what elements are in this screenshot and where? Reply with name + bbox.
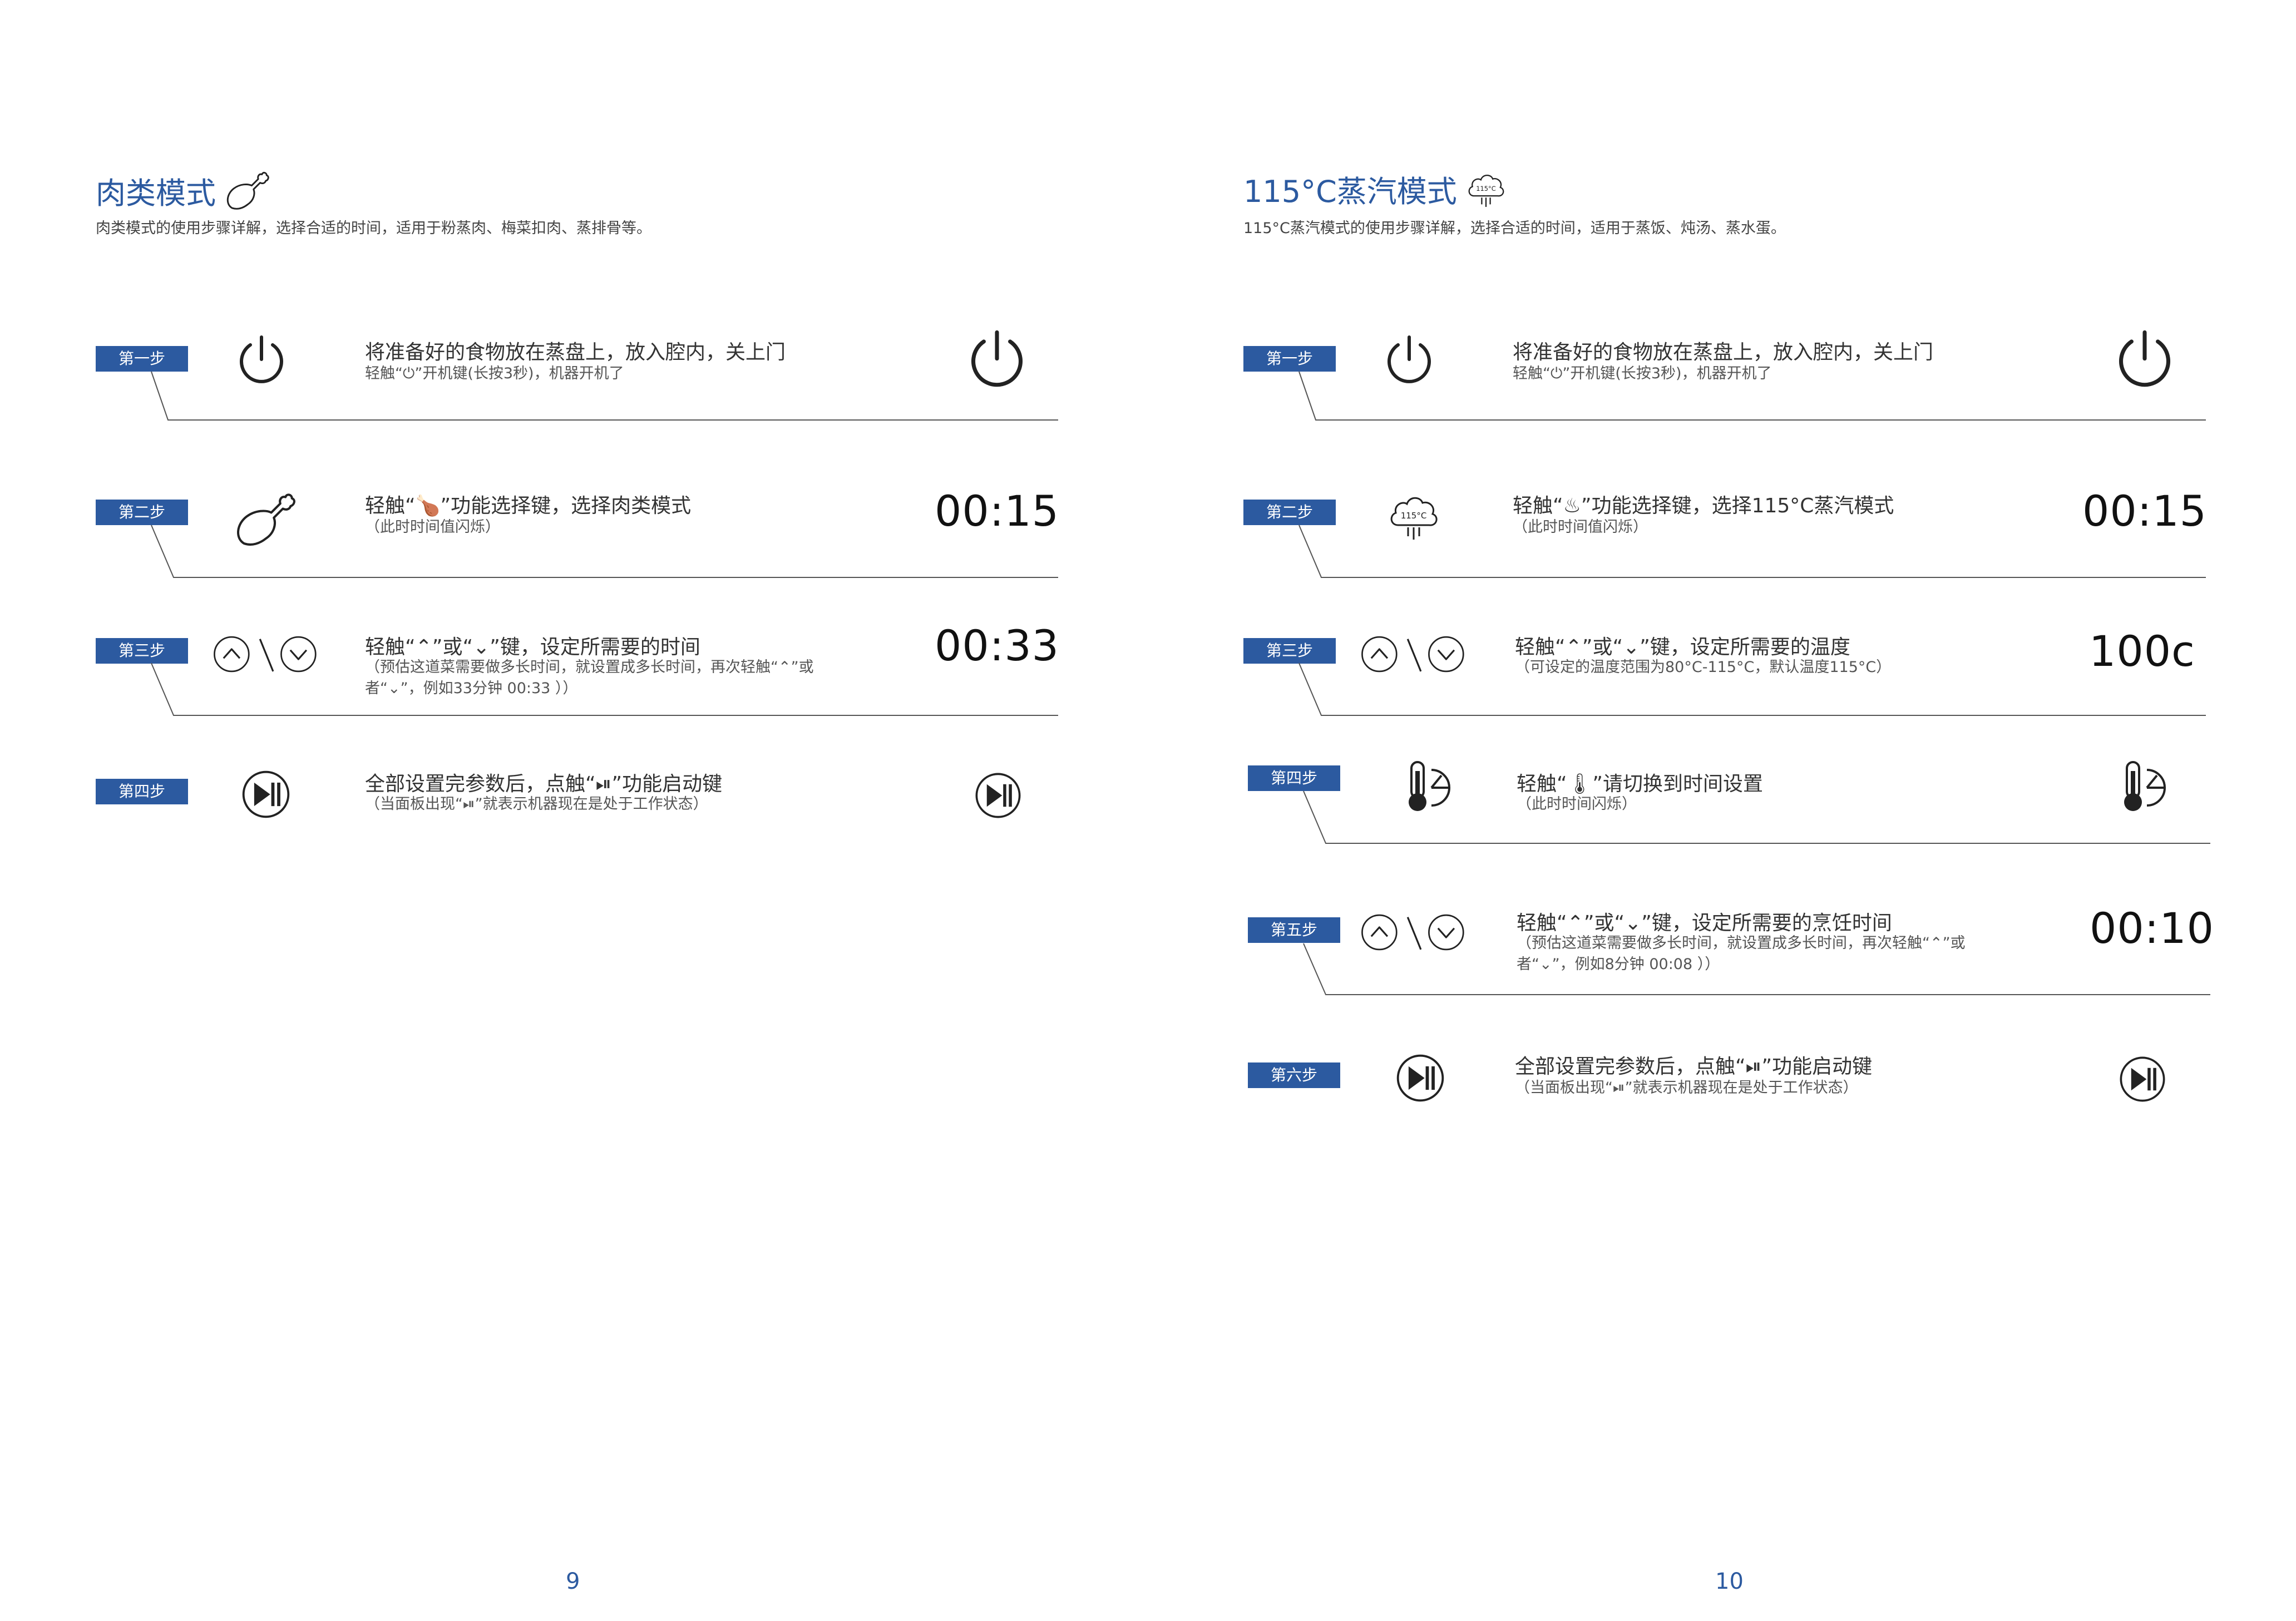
- step-sub-text: （此时时间值闪烁）: [365, 518, 500, 536]
- page-right: 115°C蒸汽模式 115°C蒸汽模式的使用步骤详解，选择合适的时间，适用于蒸饭…: [1148, 0, 2295, 1621]
- drumstick-icon: [224, 167, 270, 214]
- temperature-display: 100c: [2089, 626, 2195, 676]
- step-sub-text: 轻触“⏻”开机键(长按3秒)，机器开机了: [365, 365, 624, 382]
- power-icon: [964, 327, 1030, 393]
- page-subtitle: 115°C蒸汽模式的使用步骤详解，选择合适的时间，适用于蒸饭、炖汤、蒸水蛋。: [1243, 220, 1786, 237]
- play-pause-icon: [239, 768, 293, 821]
- up-down-icon: [1359, 629, 1470, 680]
- step-main-text: 全部设置完参数后，点触“⏯”功能启动键: [1515, 1055, 1873, 1078]
- page-number: 10: [1715, 1569, 1744, 1594]
- drumstick-icon: [233, 487, 297, 551]
- step-sub-text: （预估这道菜需要做多长时间，就设置成多长时间，再次轻触“⌃”或: [1517, 935, 1966, 952]
- time-display: 00:15: [2082, 486, 2208, 536]
- step-main-text: 轻触“⌃”或“⌄”键，设定所需要的时间: [365, 636, 700, 659]
- time-display: 00:33: [935, 621, 1060, 670]
- steam-115-icon: [1465, 168, 1507, 210]
- power-icon: [2112, 327, 2178, 393]
- time-display: 00:10: [2090, 903, 2215, 953]
- step-sub-text: （此时时间值闪烁）: [1513, 518, 1648, 536]
- step-main-text: 全部设置完参数后，点触“⏯”功能启动键: [365, 773, 723, 795]
- steam-115-icon: [1386, 488, 1441, 544]
- step-main-text: 轻触“⌃”或“⌄”键，设定所需要的烹饪时间: [1517, 912, 1892, 935]
- step-main-text: 轻触“🌡”请切换到时间设置: [1517, 773, 1764, 795]
- thermometer-timer-icon: [1403, 759, 1458, 814]
- step-main-text: 将准备好的食物放在蒸盘上，放入腔内，关上门: [1513, 341, 1934, 364]
- step-sub-text: （当面板出现“⏯”就表示机器现在是处于工作状态）: [365, 795, 708, 813]
- power-icon: [234, 333, 289, 388]
- step-main-text: 将准备好的食物放在蒸盘上，放入腔内，关上门: [365, 341, 786, 364]
- step-sub-text: （当面板出现“⏯”就表示机器现在是处于工作状态）: [1515, 1079, 1858, 1096]
- step-main-text: 轻触“🍗”功能选择键，选择肉类模式: [365, 495, 692, 517]
- page-left: 肉类模式 肉类模式的使用步骤详解，选择合适的时间，适用于粉蒸肉、梅菜扣肉、蒸排骨…: [0, 0, 1148, 1621]
- up-down-icon: [211, 629, 323, 680]
- title-text: 115°C蒸汽模式: [1243, 174, 1457, 209]
- step-sub-text: 者“⌄”，例如8分钟 00:08 ））: [1517, 956, 1720, 973]
- step-sub-text: （此时时间闪烁）: [1517, 795, 1637, 813]
- step-sub-text: 轻触“⏻”开机键(长按3秒)，机器开机了: [1513, 365, 1772, 382]
- step-label: 第四步: [96, 779, 188, 804]
- step-main-text: 轻触“♨”功能选择键，选择115°C蒸汽模式: [1513, 495, 1894, 517]
- step-main-text: 轻触“⌃”或“⌄”键，设定所需要的温度: [1515, 636, 1850, 659]
- play-pause-icon: [1394, 1051, 1447, 1105]
- page-title: 肉类模式: [96, 167, 270, 214]
- step-sub-text: （可设定的温度范围为80°C-115°C，默认温度115°C）: [1515, 659, 1892, 676]
- up-down-icon: [1359, 907, 1470, 958]
- power-icon: [1381, 333, 1437, 388]
- step-sub-text: 者“⌄”，例如33分钟 00:33 ））: [365, 680, 578, 697]
- title-text: 肉类模式: [96, 175, 216, 211]
- play-pause-icon: [2117, 1054, 2168, 1105]
- play-pause-icon: [972, 770, 1024, 821]
- page-title: 115°C蒸汽模式: [1243, 167, 1507, 211]
- step-label: 第六步: [1248, 1062, 1340, 1088]
- time-display: 00:15: [935, 486, 1060, 536]
- step-sub-text: （预估这道菜需要做多长时间，就设置成多长时间，再次轻触“⌃”或: [365, 659, 814, 676]
- thermometer-timer-icon: [2118, 759, 2174, 814]
- page-subtitle: 肉类模式的使用步骤详解，选择合适的时间，适用于粉蒸肉、梅菜扣肉、蒸排骨等。: [96, 220, 651, 237]
- page-number: 9: [566, 1569, 580, 1594]
